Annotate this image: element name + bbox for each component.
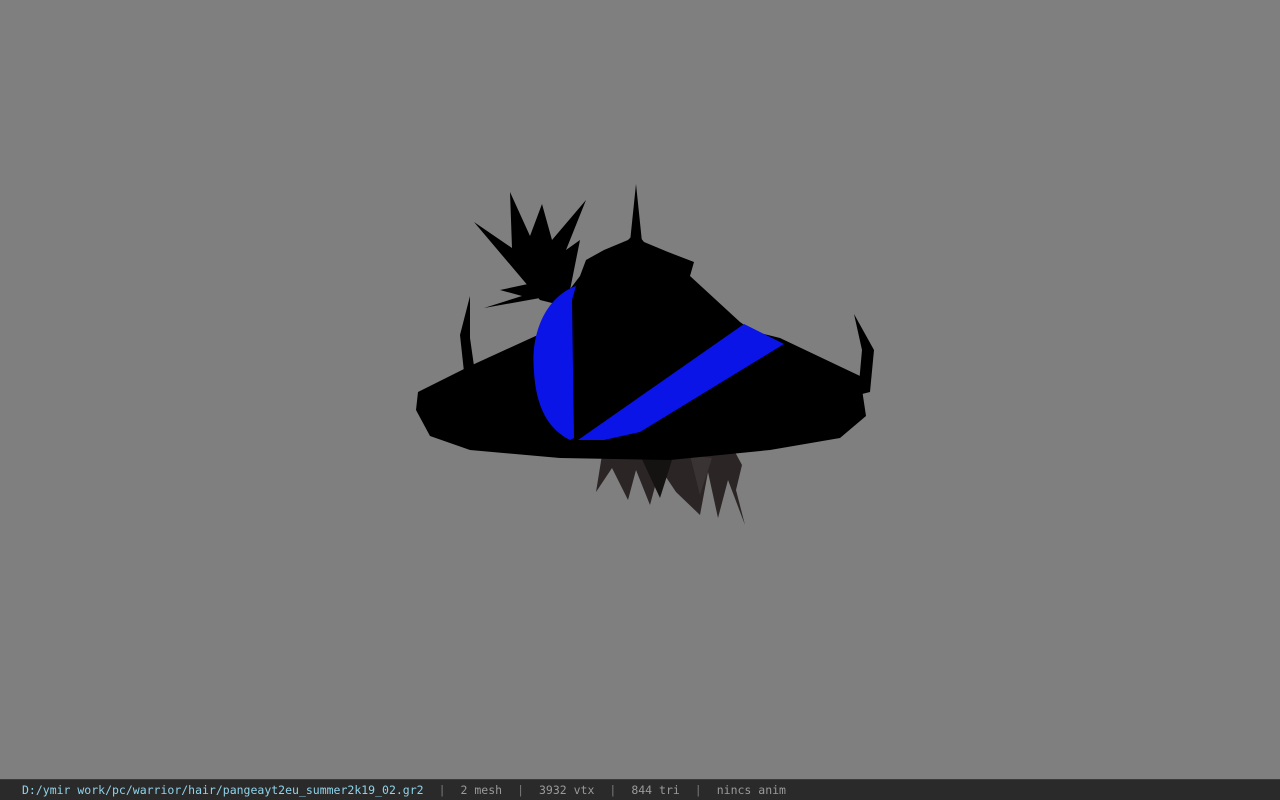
model-render <box>416 184 874 525</box>
status-bar: D:/ymir work/pc/warrior/hair/pangeayt2eu… <box>0 779 1280 800</box>
file-path: D:/ymir work/pc/warrior/hair/pangeayt2eu… <box>22 783 424 797</box>
animation-status: nincs anim <box>716 783 786 797</box>
separator: | <box>694 783 702 797</box>
separator: | <box>609 783 617 797</box>
separator: | <box>517 783 524 797</box>
hat-spike <box>630 184 642 242</box>
triangle-count: 844 tri <box>631 783 680 797</box>
vertex-count: 3932 vtx <box>539 783 595 797</box>
separator: | <box>438 783 446 797</box>
hair-strands <box>596 452 745 525</box>
model-viewport[interactable] <box>0 0 1280 779</box>
mesh-count: 2 mesh <box>460 783 503 797</box>
